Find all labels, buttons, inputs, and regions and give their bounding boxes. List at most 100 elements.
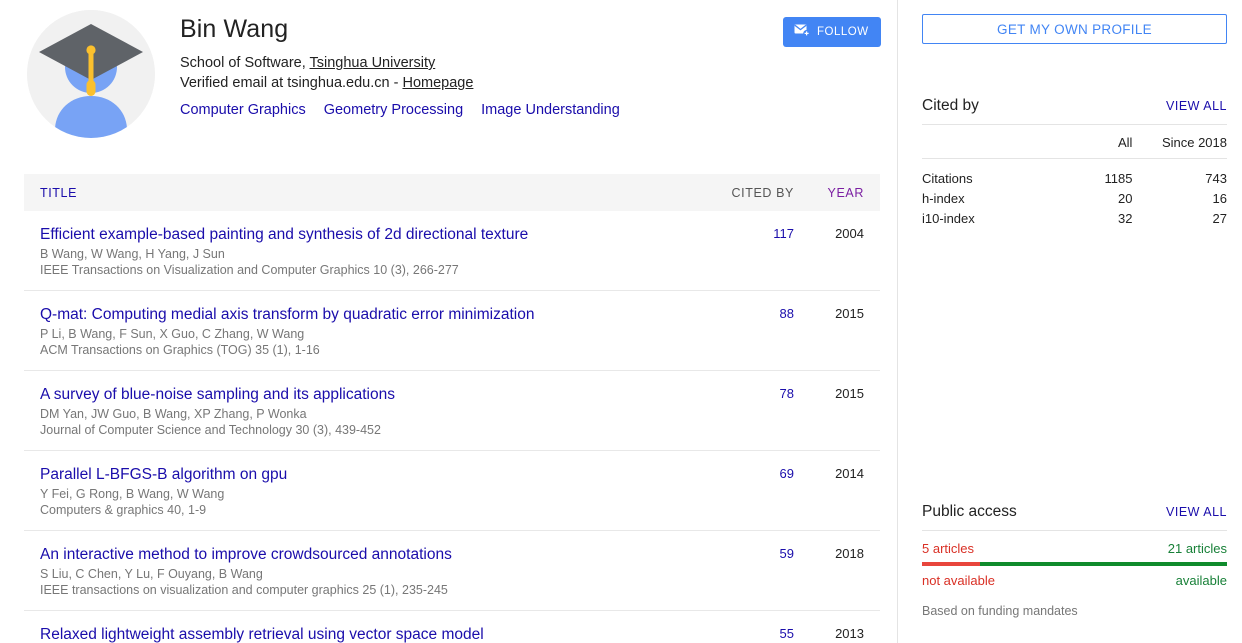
stat-value-since: 16 [1212, 191, 1227, 206]
public-access-title: Public access [922, 503, 1017, 520]
publication-year: 2018 [835, 546, 864, 561]
publication-venue: IEEE transactions on visualization and c… [40, 583, 448, 597]
publication-year: 2014 [835, 466, 864, 481]
publication-main: An interactive method to improve crowdso… [40, 545, 694, 598]
table-row: An interactive method to improve crowdso… [24, 531, 880, 611]
stat-value-all: 32 [1117, 211, 1133, 226]
public-access-bar [922, 562, 1227, 566]
cited-by-header: Cited by VIEW ALL [922, 97, 1227, 125]
publication-main: Efficient example-based painting and syn… [40, 225, 694, 278]
publication-venue: Journal of Computer Science and Technolo… [40, 423, 381, 437]
publication-main: Q-mat: Computing medial axis transform b… [40, 305, 694, 358]
publication-title-link[interactable]: A survey of blue-noise sampling and its … [40, 385, 684, 404]
publication-title-link[interactable]: Parallel L-BFGS-B algorithm on gpu [40, 465, 684, 484]
publication-authors: P Li, B Wang, F Sun, X Guo, C Zhang, W W… [40, 327, 305, 341]
publication-cited-by-link[interactable]: 78 [694, 385, 794, 401]
sort-by-cited-by[interactable]: CITED BY [694, 186, 794, 200]
publication-authors: S Liu, C Chen, Y Lu, F Ouyang, B Wang [40, 567, 263, 581]
stat-value-all: 20 [1117, 191, 1133, 206]
publication-main: Relaxed lightweight assembly retrieval u… [40, 625, 694, 643]
table-row: Citations 1185 743 [922, 159, 1227, 191]
avatar[interactable] [24, 8, 158, 142]
public-access-bar-available [979, 562, 1227, 566]
table-row: h-index 20 16 [922, 190, 1227, 210]
not-available-label: not available [922, 573, 995, 588]
follow-button-label: FOLLOW [817, 26, 869, 38]
interest-link-geometry-processing[interactable]: Geometry Processing [324, 100, 463, 120]
publication-authors: B Wang, W Wang, H Yang, J Sun [40, 247, 225, 261]
publication-authors: DM Yan, JW Guo, B Wang, XP Zhang, P Wonk… [40, 407, 307, 421]
publication-title-link[interactable]: Efficient example-based painting and syn… [40, 225, 684, 244]
available-count[interactable]: 21 articles [1168, 541, 1227, 556]
stats-blank-header [922, 125, 1056, 159]
publications-table-header: TITLE CITED BY YEAR [24, 174, 880, 211]
interest-link-image-understanding[interactable]: Image Understanding [481, 100, 620, 120]
stat-value-all: 1185 [1104, 171, 1133, 186]
publications-table-body: Efficient example-based painting and syn… [24, 211, 880, 643]
affiliation-prefix: School of Software, [180, 55, 310, 71]
publication-title-link[interactable]: An interactive method to improve crowdso… [40, 545, 684, 564]
citation-stats-head: All Since 2018 [922, 125, 1227, 159]
available-label: available [1175, 573, 1227, 588]
stat-value-since: 743 [1205, 171, 1227, 186]
publication-venue: Computers & graphics 40, 1-9 [40, 503, 207, 517]
interest-link-computer-graphics[interactable]: Computer Graphics [180, 100, 306, 120]
left-column: Bin Wang School of Software, Tsinghua Un… [0, 0, 897, 643]
publication-year: 2015 [835, 306, 864, 321]
table-row: A survey of blue-noise sampling and its … [24, 371, 880, 451]
follow-zone: FOLLOW [783, 17, 881, 47]
table-row: i10-index 32 27 [922, 210, 1227, 230]
publication-title-link[interactable]: Relaxed lightweight assembly retrieval u… [40, 625, 684, 643]
follow-button[interactable]: FOLLOW [783, 17, 881, 47]
citation-stats-table: All Since 2018 Citations 1185 743 h-index 20… [922, 125, 1227, 230]
public-access-panel: Public access VIEW ALL 5 articles 21 art… [922, 503, 1227, 618]
email-line: Verified email at tsinghua.edu.cn - Home… [180, 73, 880, 93]
publication-cited-by-link[interactable]: 117 [694, 225, 794, 241]
stat-label: i10-index [922, 211, 975, 226]
publication-cited-by-link[interactable]: 88 [694, 305, 794, 321]
stat-label: Citations [922, 171, 973, 186]
table-row: Efficient example-based painting and syn… [24, 211, 880, 291]
public-access-bar-not-available [922, 562, 980, 566]
cited-by-title: Cited by [922, 97, 979, 114]
profile-info: Bin Wang School of Software, Tsinghua Un… [180, 8, 880, 120]
homepage-link[interactable]: Homepage [402, 75, 473, 91]
table-row: Relaxed lightweight assembly retrieval u… [24, 611, 880, 643]
public-access-view-all-link[interactable]: VIEW ALL [1166, 505, 1227, 519]
public-access-labels: not available available [922, 566, 1227, 588]
publication-cited-by-link[interactable]: 69 [694, 465, 794, 481]
profile-header: Bin Wang School of Software, Tsinghua Un… [24, 8, 880, 142]
email-text: Verified email at tsinghua.edu.cn - [180, 75, 403, 91]
publication-title-link[interactable]: Q-mat: Computing medial axis transform b… [40, 305, 684, 324]
sort-by-year[interactable]: YEAR [794, 186, 864, 200]
scholar-profile-page: Bin Wang School of Software, Tsinghua Un… [0, 0, 1242, 643]
sort-by-title[interactable]: TITLE [40, 186, 694, 200]
table-row: All Since 2018 [922, 125, 1227, 159]
public-access-header: Public access VIEW ALL [922, 503, 1227, 531]
graduation-avatar-icon [27, 10, 155, 138]
cited-by-view-all-link[interactable]: VIEW ALL [1166, 99, 1227, 113]
stats-all-header: All [1117, 135, 1133, 150]
publications-table: TITLE CITED BY YEAR Efficient example-ba… [24, 174, 880, 643]
interest-list: Computer Graphics Geometry Processing Im… [180, 100, 880, 120]
table-row: Q-mat: Computing medial axis transform b… [24, 291, 880, 371]
publication-year: 2015 [835, 386, 864, 401]
stats-since-header: Since 2018 [1161, 135, 1227, 150]
table-row: Parallel L-BFGS-B algorithm on gpu Y Fei,… [24, 451, 880, 531]
stat-value-since: 27 [1212, 211, 1227, 226]
affiliation-line: School of Software, Tsinghua University [180, 53, 880, 73]
publication-year: 2013 [835, 626, 864, 641]
not-available-count[interactable]: 5 articles [922, 541, 974, 556]
affiliation-link[interactable]: Tsinghua University [310, 55, 436, 71]
stat-label: h-index [922, 191, 965, 206]
public-access-counts: 5 articles 21 articles [922, 531, 1227, 556]
publication-venue: ACM Transactions on Graphics (TOG) 35 (1… [40, 343, 320, 357]
publication-cited-by-link[interactable]: 55 [694, 625, 794, 641]
get-my-own-profile-button[interactable]: GET MY OWN PROFILE [922, 14, 1227, 44]
publication-cited-by-link[interactable]: 59 [694, 545, 794, 561]
publication-main: A survey of blue-noise sampling and its … [40, 385, 694, 438]
public-access-note: Based on funding mandates [922, 604, 1078, 618]
page-title: Bin Wang [180, 15, 289, 43]
citation-stats-body: Citations 1185 743 h-index 20 16 i10-index 32 27 [922, 159, 1227, 231]
cited-by-panel: Cited by VIEW ALL All Since 2018 Citatio… [922, 97, 1227, 230]
